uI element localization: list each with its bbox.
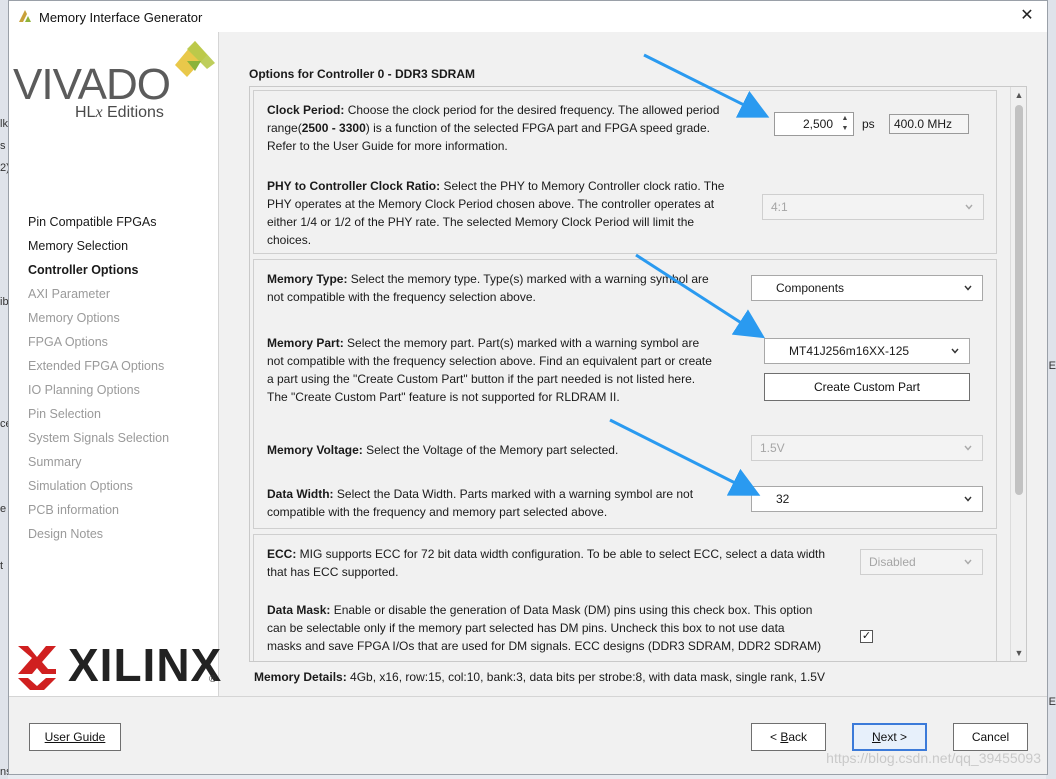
chevron-down-icon	[964, 285, 972, 291]
clock-period-description: Clock Period: Choose the clock period fo…	[267, 103, 720, 153]
bg-fragment: E	[1048, 360, 1056, 372]
chevron-down-icon	[964, 496, 972, 502]
vivado-logo: VIVADO	[13, 60, 171, 109]
wizard-step: Controller Options	[28, 263, 139, 277]
vivado-mark-icon	[175, 41, 215, 77]
wizard-step: PCB information	[28, 503, 120, 517]
xilinx-x-icon	[18, 646, 56, 690]
wizard-step: Summary	[28, 455, 82, 469]
create-custom-part-button[interactable]: Create Custom Part	[764, 373, 970, 401]
wizard-step: AXI Parameter	[28, 287, 110, 301]
data-width-description: Data Width: Select the Data Width. Parts…	[267, 487, 694, 519]
chevron-down-icon	[951, 348, 959, 354]
memory-type-select[interactable]: Components	[751, 275, 983, 301]
hlx-editions-label: HLx Editions	[75, 104, 164, 121]
phy-ratio-select: 4:1	[762, 194, 984, 220]
clock-period-unit: ps	[862, 117, 875, 131]
memory-part-select[interactable]: MT41J256m16XX-125	[764, 338, 970, 364]
options-scroll-area[interactable]: Clock Period: Choose the clock period fo…	[249, 86, 1027, 662]
data-mask-checkbox[interactable]: ✓	[860, 630, 873, 643]
vivado-app-icon	[19, 10, 31, 22]
scroll-thumb[interactable]	[1015, 105, 1023, 495]
wizard-step: Extended FPGA Options	[28, 359, 165, 373]
data-mask-description: Data Mask: Enable or disable the generat…	[267, 603, 822, 653]
clock-section: Clock Period: Choose the clock period fo…	[253, 90, 997, 254]
ecc-select: Disabled	[860, 549, 983, 575]
chevron-down-icon	[964, 445, 972, 451]
memory-voltage-description: Memory Voltage: Select the Voltage of th…	[267, 443, 619, 457]
wizard-steps: Pin Compatible FPGAs Memory Selection Cont…	[28, 212, 169, 548]
chevron-down-icon	[965, 204, 973, 210]
wizard-step: Memory Options	[28, 311, 120, 325]
watermark-text: https://blog.csdn.net/qq_39455093	[826, 750, 1041, 766]
wizard-step: Design Notes	[28, 527, 104, 541]
spinner-arrows-icon[interactable]: ▲ ▼	[839, 114, 851, 134]
bg-fragment: s	[0, 140, 6, 152]
clock-period-value: 2,500	[802, 117, 833, 131]
wizard-sidebar: VIVADO HLx Editions Pin Compatible FPGAs…	[9, 32, 223, 696]
next-button[interactable]: Next >	[852, 723, 927, 751]
close-icon[interactable]: ✕	[1015, 5, 1039, 27]
clock-frequency-field: 400.0 MHz	[889, 114, 969, 134]
title-bar: Memory Interface Generator ✕	[9, 1, 1047, 32]
wizard-step: Simulation Options	[28, 479, 133, 493]
bg-fragment: E	[1048, 696, 1056, 708]
vertical-scrollbar[interactable]: ▲ ▼	[1010, 87, 1026, 661]
registered-mark: ®	[209, 674, 217, 685]
scroll-down-icon[interactable]: ▼	[1011, 645, 1026, 661]
chevron-down-icon	[964, 559, 972, 565]
clock-period-spinner[interactable]: 2,500 ▲ ▼	[774, 112, 854, 136]
ecc-description: ECC: MIG supports ECC for 72 bit data wi…	[267, 547, 826, 579]
background-window-left: lk s 2) ib ce e t ns	[0, 0, 12, 779]
bg-fragment: t	[0, 560, 4, 572]
memory-part-description: Memory Part: Select the memory part. Par…	[267, 336, 712, 404]
user-guide-button[interactable]: User Guide	[29, 723, 121, 751]
wizard-step: Pin Selection	[28, 407, 101, 421]
memory-voltage-select: 1.5V	[751, 435, 983, 461]
window-title: Memory Interface Generator	[39, 10, 203, 25]
ecc-section: ECC: MIG supports ECC for 72 bit data wi…	[253, 534, 997, 661]
wizard-step: Memory Selection	[28, 239, 129, 253]
page-title: Options for Controller 0 - DDR3 SDRAM	[249, 67, 476, 81]
footer-divider	[9, 696, 1047, 697]
bg-fragment: lk	[0, 118, 8, 130]
cancel-button[interactable]: Cancel	[953, 723, 1028, 751]
bg-fragment: e	[0, 503, 7, 515]
memory-details: Memory Details: 4Gb, x16, row:15, col:10…	[254, 670, 825, 684]
wizard-step: IO Planning Options	[28, 383, 140, 397]
xilinx-wordmark: XILINX	[68, 639, 223, 691]
memory-section: Memory Type: Select the memory type. Typ…	[253, 259, 997, 529]
phy-ratio-description: PHY to Controller Clock Ratio: Select th…	[267, 179, 725, 247]
data-width-select[interactable]: 32	[751, 486, 983, 512]
scroll-up-icon[interactable]: ▲	[1011, 87, 1026, 103]
back-button[interactable]: < Back	[751, 723, 826, 751]
wizard-step: Pin Compatible FPGAs	[28, 215, 157, 229]
wizard-step: FPGA Options	[28, 335, 108, 349]
wizard-step: System Signals Selection	[28, 431, 170, 445]
mig-dialog: Memory Interface Generator ✕ VIVADO HLx …	[8, 0, 1048, 775]
memory-type-description: Memory Type: Select the memory type. Typ…	[267, 272, 709, 304]
main-panel: Options for Controller 0 - DDR3 SDRAM Cl…	[220, 32, 1049, 696]
